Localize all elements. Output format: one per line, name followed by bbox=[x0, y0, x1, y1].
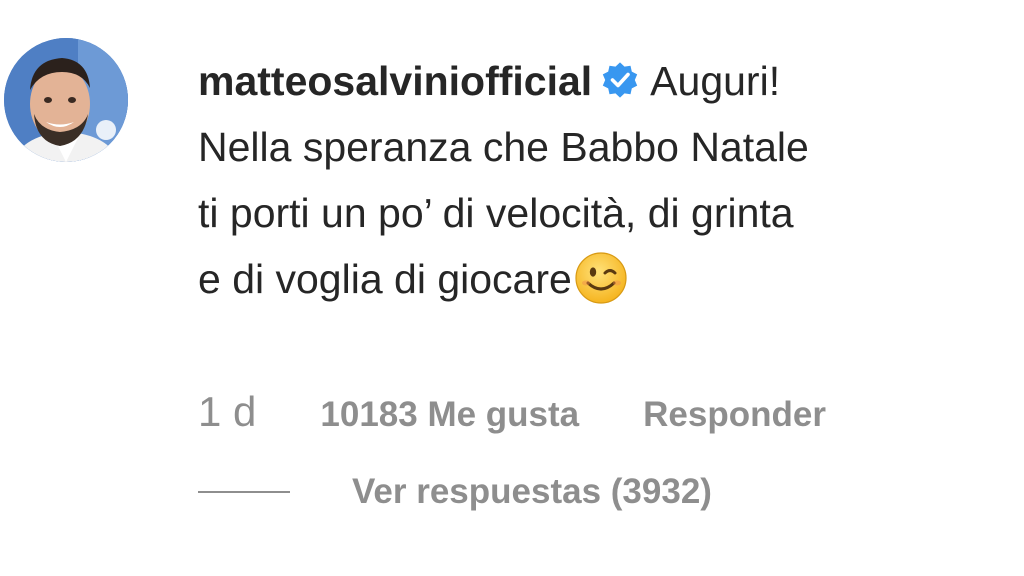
comment-text-line: ti porti un po’ di velocità, di grinta bbox=[198, 190, 794, 236]
view-replies-label: Ver respuestas (3932) bbox=[352, 472, 712, 511]
view-replies-button[interactable]: Ver respuestas (3932) bbox=[198, 472, 712, 512]
winking-face-icon bbox=[574, 251, 628, 305]
comment-text-line: e di voglia di giocare bbox=[198, 256, 572, 302]
comment: matteosalviniofficial Auguri! Nella speran… bbox=[0, 0, 1024, 576]
replies-divider-line bbox=[198, 491, 290, 493]
comment-text: matteosalviniofficial Auguri! Nella speran… bbox=[198, 48, 1013, 312]
reply-button[interactable]: Responder bbox=[643, 395, 826, 435]
avatar-image bbox=[4, 38, 128, 162]
comment-text-first: Auguri! bbox=[650, 58, 781, 104]
comment-text-line: Nella speranza che Babbo Natale bbox=[198, 124, 809, 170]
likes-count-button[interactable]: 10183 Me gusta bbox=[320, 395, 579, 435]
comment-body: matteosalviniofficial Auguri! Nella speran… bbox=[198, 48, 1013, 312]
comment-meta: 1 d 10183 Me gusta Responder bbox=[198, 388, 826, 436]
verified-badge-icon bbox=[600, 60, 640, 100]
avatar[interactable] bbox=[4, 38, 128, 162]
username-link[interactable]: matteosalviniofficial bbox=[198, 58, 592, 104]
timestamp[interactable]: 1 d bbox=[198, 388, 256, 436]
